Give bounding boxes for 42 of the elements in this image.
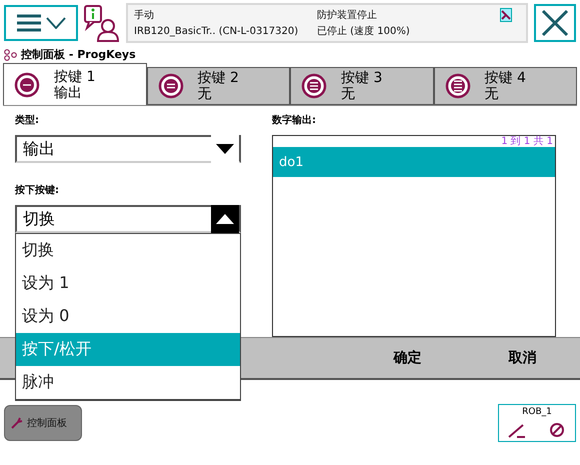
key-tab[interactable]: 按键 3 无	[290, 67, 434, 105]
paging-text: 1 到 1 共 1	[501, 136, 554, 147]
tab-value: 无	[341, 86, 355, 102]
tab-label: 按键 3	[341, 70, 382, 86]
type-dropdown[interactable]: 输出	[15, 135, 241, 163]
chevron-down-icon	[46, 17, 66, 29]
tab-value: 无	[484, 86, 498, 102]
button-icon	[444, 73, 470, 99]
run-state: 已停止 (速度 100%)	[317, 24, 411, 38]
tab-value: 输出	[54, 84, 82, 100]
press-key-label: 按下按键:	[15, 184, 60, 197]
robot-status-button[interactable]: ROB_1	[498, 404, 576, 442]
panel-icon	[4, 48, 18, 60]
info-person-icon[interactable]	[84, 4, 120, 42]
tab-label: 按键 1	[54, 68, 96, 84]
button-icon	[158, 73, 184, 99]
dropdown-up-icon	[216, 214, 234, 224]
wrench-icon	[11, 416, 23, 428]
key-tab[interactable]: 按键 4 无	[434, 67, 577, 105]
digital-output-label: 数字输出:	[272, 113, 317, 127]
operating-mode: 手动	[134, 8, 155, 22]
tab-label: 按键 4	[484, 70, 526, 86]
button-icon	[301, 73, 327, 99]
status-icon	[500, 8, 512, 22]
confirm-button[interactable]: 确定	[350, 340, 465, 376]
taskbar-app-button[interactable]: 控制面板	[4, 404, 82, 440]
dropdown-arrow-icon	[216, 144, 234, 154]
close-icon	[541, 9, 569, 37]
tab-value: 无	[198, 86, 212, 102]
view-title: 控制面板 - ProgKeys	[21, 47, 136, 62]
tab-label: 按键 2	[198, 70, 239, 86]
controller-name: IRB120_BasicTr.. (CN-L-0317320)	[134, 26, 300, 36]
robot-mode-icon	[507, 420, 567, 438]
menu-button[interactable]	[4, 5, 78, 41]
cancel-button[interactable]: 取消	[465, 340, 580, 376]
safety-status: 防护装置停止	[317, 8, 378, 22]
type-label: 类型:	[15, 114, 40, 127]
close-button[interactable]	[534, 4, 576, 42]
key-tab[interactable]: 按键 1 输出	[3, 63, 146, 105]
button-icon	[14, 72, 40, 98]
key-tab[interactable]: 按键 2 无	[146, 67, 290, 105]
menu-icon	[16, 14, 42, 32]
